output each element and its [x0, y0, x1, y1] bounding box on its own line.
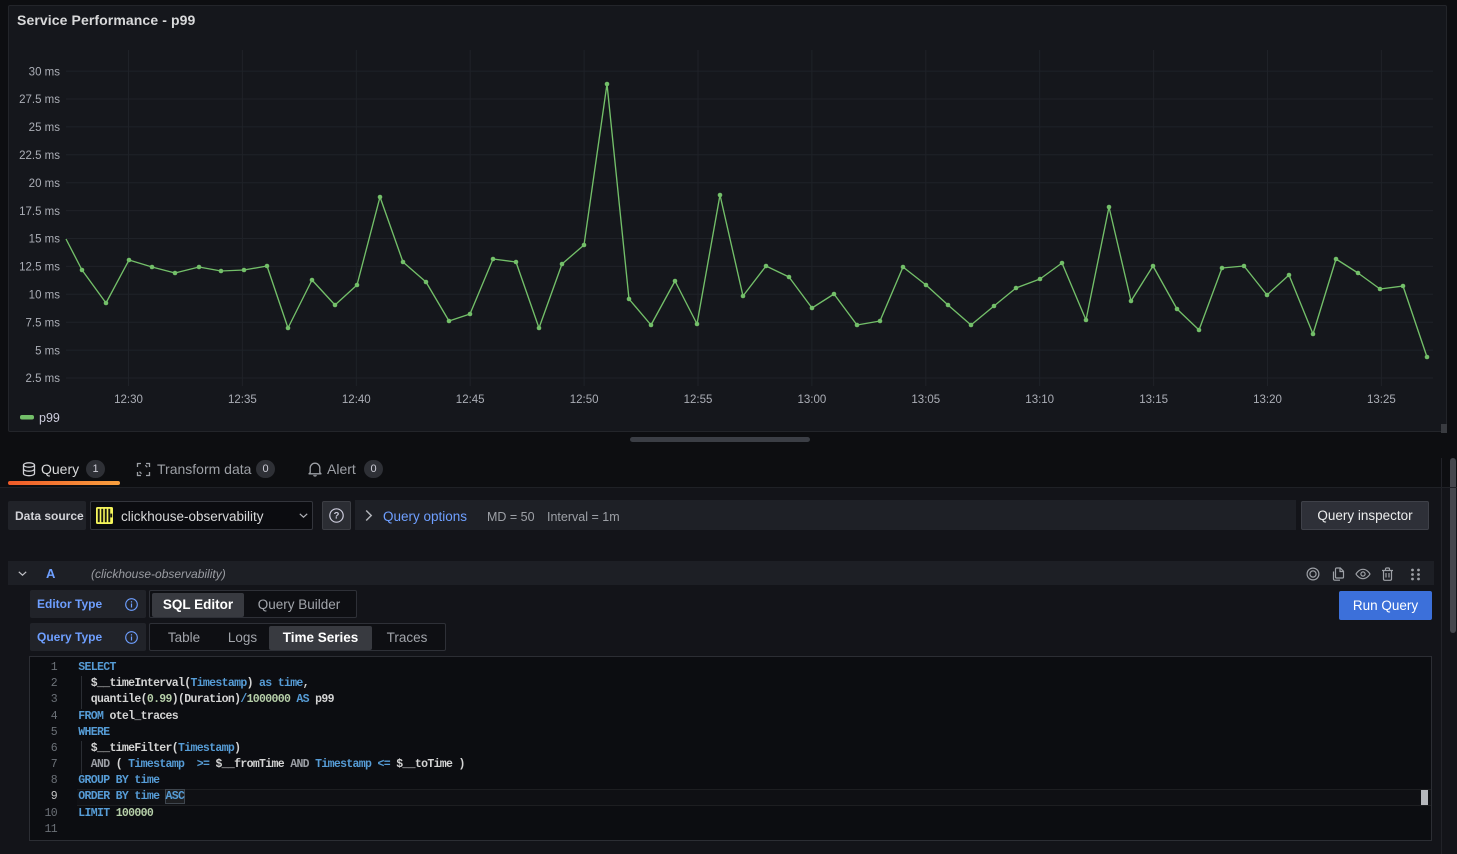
svg-text:?: ?	[334, 511, 340, 522]
